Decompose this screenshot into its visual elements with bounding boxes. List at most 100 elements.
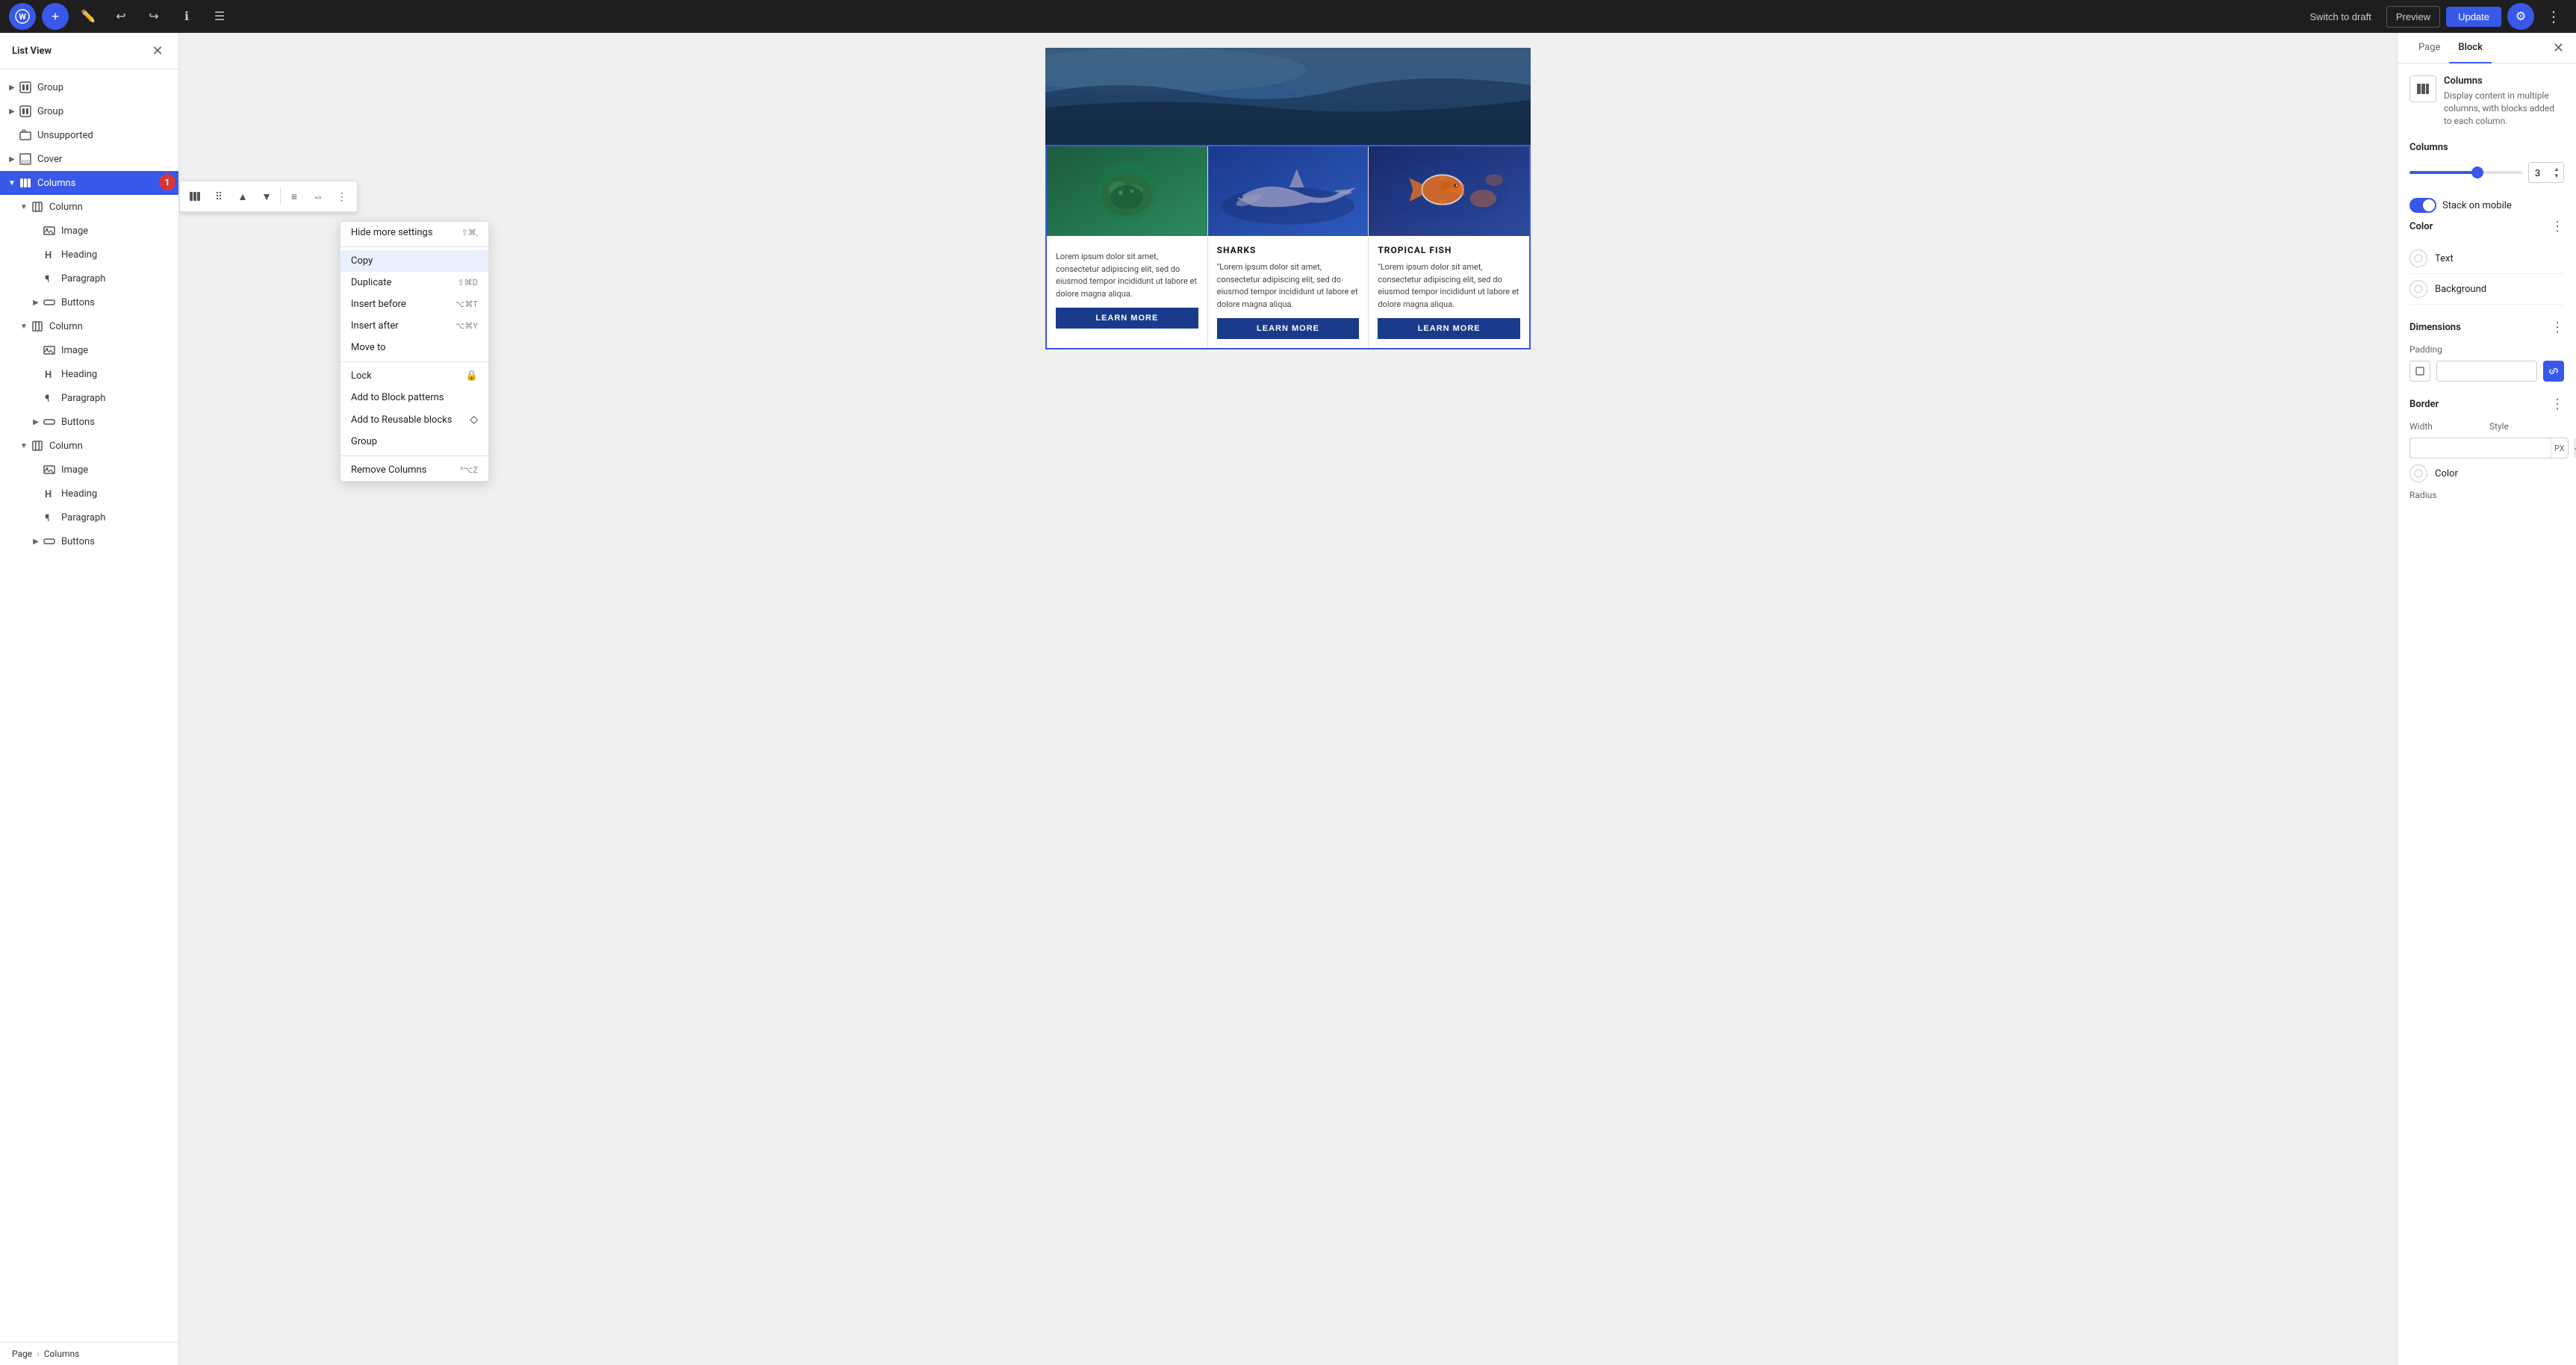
sidebar-item-heading2[interactable]: ▶ H Heading	[0, 362, 178, 386]
add-reusable-menu-item[interactable]: Add to Reusable blocks ◇	[340, 408, 488, 431]
text-color-option[interactable]: Text	[2409, 243, 2564, 274]
breadcrumb: Page › Columns	[0, 1342, 178, 1365]
add-block-button[interactable]: +	[42, 3, 69, 30]
slider-thumb[interactable]	[2471, 167, 2483, 178]
unsupported-icon	[18, 128, 33, 143]
settings-button[interactable]: ⚙	[2507, 3, 2534, 30]
toolbar-divider	[280, 187, 281, 205]
align-button[interactable]: ≡	[282, 184, 306, 208]
col2-learn-more-button[interactable]: LEARN MORE	[1217, 318, 1360, 339]
padding-input[interactable]: PX	[2436, 361, 2537, 382]
insert-before-menu-item[interactable]: Insert before ⌥⌘T	[340, 293, 488, 315]
sidebar-item-group2[interactable]: ▶ Group	[0, 99, 178, 123]
stack-on-mobile-toggle[interactable]	[2409, 198, 2436, 213]
sidebar-item-buttons1[interactable]: ▶ Buttons	[0, 290, 178, 314]
move-to-menu-item[interactable]: Move to	[340, 337, 488, 358]
svg-text:¶: ¶	[45, 394, 49, 404]
lock-label: Lock	[351, 370, 372, 382]
add-block-patterns-menu-item[interactable]: Add to Block patterns	[340, 387, 488, 408]
columns-slider[interactable]	[2409, 171, 2522, 174]
columns-input[interactable]: ▲ ▼	[2528, 162, 2564, 183]
paragraph-icon: ¶	[42, 391, 57, 405]
breadcrumb-columns[interactable]: Columns	[44, 1349, 80, 1359]
update-button[interactable]: Update	[2446, 7, 2501, 27]
add-block-patterns-label: Add to Block patterns	[351, 392, 444, 403]
redo-button[interactable]: ↪	[140, 3, 167, 30]
border-width-value[interactable]	[2410, 443, 2551, 454]
list-view-button[interactable]: ☰	[206, 3, 233, 30]
color-section-more-button[interactable]: ⋮	[2551, 219, 2564, 234]
add-reusable-label: Add to Reusable blocks	[351, 414, 452, 426]
border-width-input[interactable]: PX	[2409, 438, 2569, 458]
close-panel-button[interactable]: ✕	[2553, 40, 2564, 56]
lock-menu-item[interactable]: Lock 🔒	[340, 365, 488, 387]
sidebar-item-group1[interactable]: ▶ Group	[0, 75, 178, 99]
move-down-button[interactable]: ▼	[255, 184, 279, 208]
column-2: SHARKS "Lorem ipsum dolor sit amet, cons…	[1208, 146, 1369, 348]
hide-settings-menu-item[interactable]: Hide more settings ⇧⌘,	[340, 222, 488, 243]
buttons-icon	[42, 534, 57, 549]
sidebar-item-column1[interactable]: ▼ Column	[0, 195, 178, 219]
link-padding-button[interactable]	[2543, 361, 2564, 382]
width-button[interactable]: ⇔	[306, 184, 330, 208]
list-view-sidebar: List View ✕ ▶ Group ▶ Group	[0, 33, 179, 1365]
bg-color-option[interactable]: Background	[2409, 274, 2564, 305]
sidebar-item-paragraph2[interactable]: ▶ ¶ Paragraph	[0, 386, 178, 410]
column-3: TROPICAL FISH "Lorem ipsum dolor sit ame…	[1369, 146, 1529, 348]
move-up-button[interactable]: ▲	[231, 184, 255, 208]
copy-menu-item[interactable]: Copy	[340, 250, 488, 272]
sidebar-item-cover[interactable]: ▶ Cover	[0, 147, 178, 171]
switch-draft-button[interactable]: Switch to draft	[2300, 7, 2380, 27]
col3-learn-more-button[interactable]: LEARN MORE	[1378, 318, 1520, 339]
sidebar-item-buttons3[interactable]: ▶ Buttons	[0, 529, 178, 553]
columns-number-input[interactable]	[2533, 167, 2554, 178]
tab-page[interactable]: Page	[2409, 33, 2449, 63]
columns-down-arrow[interactable]: ▼	[2554, 172, 2560, 180]
close-sidebar-button[interactable]: ✕	[149, 42, 167, 60]
col1-learn-more-button[interactable]: LEARN MORE	[1056, 308, 1198, 329]
undo-button[interactable]: ↩	[108, 3, 134, 30]
sidebar-item-unsupported[interactable]: ▶ Unsupported	[0, 123, 178, 147]
sidebar-item-columns[interactable]: ▼ Columns ⋮ 1	[0, 171, 178, 195]
wp-logo: W	[9, 3, 36, 30]
duplicate-menu-item[interactable]: Duplicate ⇧⌘D	[340, 272, 488, 293]
tab-block[interactable]: Block	[2449, 33, 2491, 63]
padding-icon-button[interactable]	[2409, 361, 2430, 382]
sidebar-item-heading3[interactable]: ▶ H Heading	[0, 482, 178, 506]
drag-handle-button[interactable]: ⠿	[207, 184, 231, 208]
sidebar-item-image2[interactable]: ▶ Image	[0, 338, 178, 362]
insert-after-menu-item[interactable]: Insert after ⌥⌘Y	[340, 315, 488, 337]
col2-title: SHARKS	[1217, 245, 1360, 255]
col2-image	[1208, 146, 1369, 236]
sidebar-item-column2[interactable]: ▼ Column	[0, 314, 178, 338]
more-options-button[interactable]: ⋮	[2540, 3, 2567, 30]
sidebar-item-heading1[interactable]: ▶ H Heading	[0, 243, 178, 267]
svg-text:W: W	[19, 12, 26, 22]
sidebar-item-buttons2[interactable]: ▶ Buttons	[0, 410, 178, 434]
padding-value-input[interactable]	[2437, 366, 2537, 377]
group-menu-item[interactable]: Group	[340, 431, 488, 453]
border-section-header: Border ⋮	[2409, 397, 2564, 412]
sidebar-item-image3[interactable]: ▶ Image	[0, 458, 178, 482]
breadcrumb-page[interactable]: Page	[12, 1349, 32, 1359]
sidebar-item-image1[interactable]: ▶ Image	[0, 219, 178, 243]
border-color-option[interactable]: Color	[2409, 458, 2564, 488]
more-button[interactable]: ⋮	[330, 184, 354, 208]
group-icon	[18, 80, 33, 95]
sidebar-item-column3[interactable]: ▼ Column	[0, 434, 178, 458]
image-icon	[42, 223, 57, 238]
col1-text: Lorem ipsum dolor sit amet, consectetur …	[1056, 251, 1198, 300]
info-button[interactable]: ℹ	[173, 3, 200, 30]
border-more-button[interactable]: ⋮	[2551, 397, 2564, 412]
col3-text: "Lorem ipsum dolor sit amet, consectetur…	[1378, 261, 1520, 311]
sidebar-item-paragraph1[interactable]: ▶ ¶ Paragraph	[0, 267, 178, 290]
columns-up-arrow[interactable]: ▲	[2554, 166, 2560, 173]
edit-button[interactable]: ✏️	[75, 3, 102, 30]
columns-layout-button[interactable]	[183, 184, 207, 208]
menu-divider3	[340, 455, 488, 456]
columns-section: Columns ▲ ▼	[2409, 142, 2564, 183]
preview-button[interactable]: Preview	[2386, 6, 2440, 28]
sidebar-item-paragraph3[interactable]: ▶ ¶ Paragraph	[0, 506, 178, 529]
dimensions-more-button[interactable]: ⋮	[2551, 320, 2564, 335]
remove-columns-menu-item[interactable]: Remove Columns ^⌥Z	[340, 459, 488, 481]
